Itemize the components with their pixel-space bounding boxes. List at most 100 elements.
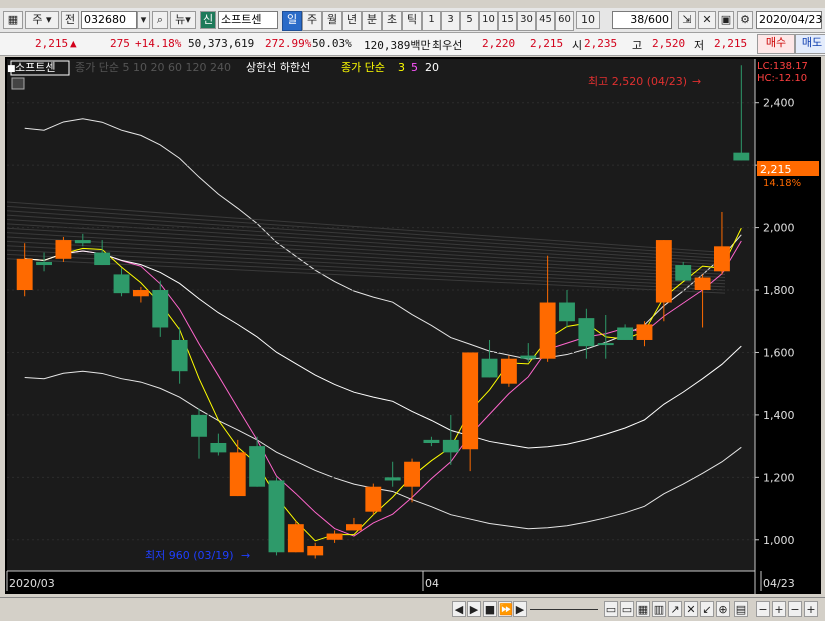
x-tick-label: 2020/03 [9, 577, 55, 590]
candle [500, 355, 517, 387]
zoom-in-icon[interactable]: ⇲ [678, 11, 696, 29]
search-icon[interactable]: ⌕ [152, 11, 168, 29]
candle-body [326, 533, 343, 540]
candle-body [16, 258, 33, 291]
news-button[interactable]: 뉴▾ [170, 11, 196, 29]
candle-body [365, 486, 382, 512]
candle-body [655, 240, 672, 303]
news-label: 뉴 [175, 13, 186, 26]
candle-body [346, 524, 362, 531]
settings-icon[interactable]: ⚙ [737, 11, 753, 29]
stock-code-input[interactable]: 032680 [81, 11, 137, 29]
interval-button[interactable]: 3 [441, 11, 460, 31]
trend-tool-icon[interactable]: ↗ [668, 601, 682, 617]
period-buttons: 일주월년분초틱 [282, 11, 422, 31]
legend-limit[interactable]: 상한선 하한선 [246, 60, 310, 74]
volume-value: 50,373,619 [188, 37, 255, 50]
lc-indicator: LC:138.17 [757, 61, 808, 72]
rect-tool-icon[interactable]: ▭ [620, 601, 634, 617]
candle-body [442, 439, 459, 453]
x-tick-label: 04/23 [763, 577, 795, 590]
zoom-out-icon[interactable]: − [756, 601, 770, 617]
candle-body [404, 461, 420, 487]
period-button[interactable]: 년 [342, 11, 362, 31]
candle-body [132, 290, 149, 297]
candle-body [559, 302, 575, 322]
fast-forward-icon[interactable]: ⏩ [498, 601, 513, 617]
candle-body [384, 477, 401, 481]
interval-button[interactable]: 45 [536, 11, 555, 31]
fib-tool-icon[interactable]: ▥ [652, 601, 666, 617]
legend-ma-prefix[interactable]: 종가 단순 [341, 61, 385, 74]
y-tick-label: 2,400 [763, 97, 795, 110]
interval-button[interactable]: 5 [460, 11, 479, 31]
legend-hidden-ma[interactable]: 종가 단순 5 10 20 60 120 240 [75, 61, 231, 74]
candle-body [520, 355, 537, 359]
code-dropdown-icon[interactable]: ▾ [137, 11, 150, 29]
stop-icon[interactable]: ■ [483, 601, 497, 617]
sell-button[interactable]: 매도 [795, 34, 825, 54]
period-button[interactable]: 주 [302, 11, 322, 31]
change-pct: +14.18% [135, 37, 182, 50]
period-week-select[interactable]: 주 ▾ [25, 11, 59, 29]
prev-button[interactable]: 전 [61, 11, 79, 29]
candle-body [152, 290, 169, 328]
period-button[interactable]: 일 [282, 11, 302, 31]
bottom-bar: ◀ ▶ ■ ⏩ ▶ ▭ ▭ ▦ ▥ ↗ ✕ ↙ ⊕ ▤ − + − + [0, 597, 825, 621]
legend-ma1[interactable]: 3 [398, 61, 405, 74]
period-button[interactable]: 월 [322, 11, 342, 31]
candle-body [210, 443, 227, 453]
period-button[interactable]: 분 [362, 11, 382, 31]
price-chart[interactable]: 1,0001,2001,4001,6001,8002,0002,2002,400… [5, 57, 821, 594]
candle-body [714, 246, 730, 272]
y-tick-label: 1,600 [763, 346, 795, 359]
minus-icon[interactable]: − [788, 601, 802, 617]
scroll-left-icon[interactable]: ◀ [452, 601, 466, 617]
period-button[interactable]: 틱 [402, 11, 422, 31]
candle-body [94, 252, 111, 266]
zoom-in-bottom-icon[interactable]: + [804, 601, 818, 617]
table-tool-icon[interactable]: ▤ [734, 601, 748, 617]
turnover-value: 50.03% [312, 37, 352, 50]
low-arrow-icon: → [241, 549, 250, 562]
candle-body [617, 327, 634, 340]
period-button[interactable]: 초 [382, 11, 402, 31]
buy-button[interactable]: 매수 [757, 34, 795, 54]
chart-type-icon[interactable]: ▦ [3, 11, 23, 29]
candle-body [191, 414, 207, 437]
arrow-tool-icon[interactable]: ↙ [700, 601, 714, 617]
candle-body [694, 277, 711, 291]
interval-button[interactable]: 15 [498, 11, 517, 31]
candle-body [423, 439, 440, 443]
interval-button[interactable]: 10 [479, 11, 498, 31]
grid-toggle-icon[interactable] [11, 77, 25, 90]
magnet-tool-icon[interactable]: ⊕ [716, 601, 730, 617]
interval-button[interactable]: 30 [517, 11, 536, 31]
interval-button[interactable]: 60 [555, 11, 574, 31]
legend-ma2[interactable]: 5 [411, 61, 418, 74]
candle-body [539, 302, 556, 359]
candle [268, 477, 285, 556]
legend-ma3[interactable]: 20 [425, 61, 439, 74]
date-input[interactable]: 2020/04/23 [756, 11, 822, 29]
line-tool-icon[interactable]: ▭ [604, 601, 618, 617]
cross-tool-icon[interactable]: ✕ [684, 601, 698, 617]
price-tag-value: 2,215 [760, 163, 792, 176]
scroll-right-icon[interactable]: ▶ [513, 601, 527, 617]
candle-body [249, 446, 266, 487]
candle-body [55, 240, 72, 259]
pct-tag: 14.18% [763, 178, 801, 189]
legend-stock[interactable]: 소프트센 [15, 61, 55, 74]
new-badge[interactable]: 신 [200, 11, 216, 29]
chart-area[interactable]: 1,0001,2001,4001,6001,8002,0002,2002,400… [5, 57, 821, 594]
draw-tool-icon[interactable]: ✕ [698, 11, 716, 29]
low-label: 저 [694, 39, 705, 52]
low-annotation: 최저 960 (03/19) [145, 549, 234, 562]
save-icon[interactable]: ▣ [718, 11, 734, 29]
grid-tool-icon[interactable]: ▦ [636, 601, 650, 617]
zoom-slider[interactable] [530, 606, 598, 610]
plus-icon[interactable]: + [772, 601, 786, 617]
interval-button[interactable]: 1 [422, 11, 441, 31]
interval-select[interactable]: 10 [576, 11, 600, 29]
play-icon[interactable]: ▶ [467, 601, 481, 617]
